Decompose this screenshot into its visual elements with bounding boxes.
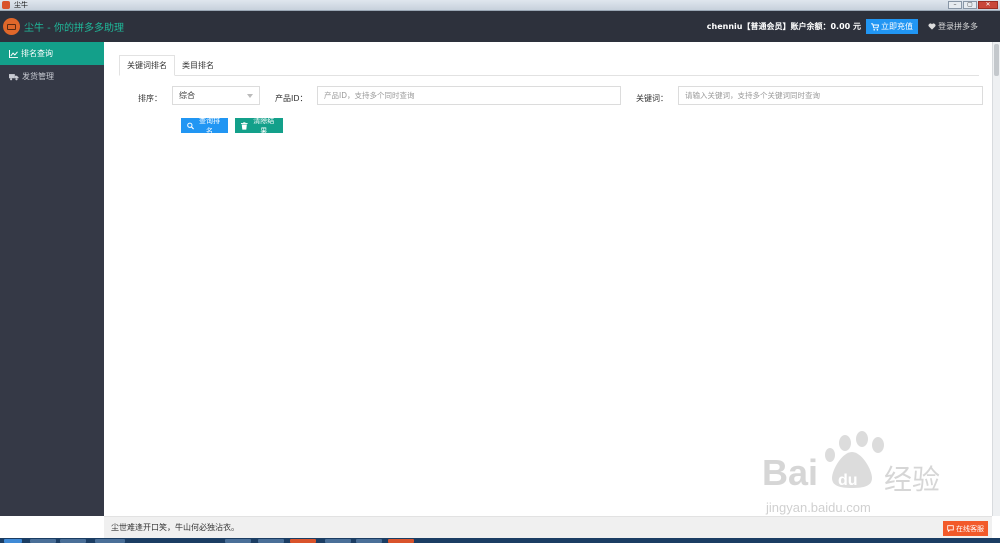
app-header: 尘牛 - 你的拼多多助理 chenniu【普通会员】账户余额：0.00 元 立即… xyxy=(0,11,1000,42)
sidebar-item-label: 发货管理 xyxy=(22,72,54,81)
query-rank-label: 查询排名 xyxy=(199,116,221,135)
heart-icon xyxy=(928,23,936,30)
query-rank-button[interactable]: 查询排名 xyxy=(181,116,228,135)
chevron-down-icon xyxy=(247,94,253,98)
tab-keyword-rank[interactable]: 关键词排名 xyxy=(119,55,175,76)
watermark-url: jingyan.baidu.com xyxy=(766,500,871,515)
sidebar-item-rank-query[interactable]: 排名查询 xyxy=(0,42,104,65)
sort-value: 综合 xyxy=(179,91,195,100)
footer-quote: 尘世难逢开口笑，牛山何必独沾衣。 xyxy=(111,523,239,532)
truck-icon xyxy=(9,73,19,80)
tab-category-rank[interactable]: 类目排名 xyxy=(175,55,221,76)
minimize-button[interactable]: – xyxy=(948,1,962,9)
os-taskbar xyxy=(0,538,1000,543)
sort-label: 排序： xyxy=(138,94,162,103)
scrollbar[interactable] xyxy=(992,42,1000,516)
search-icon xyxy=(187,122,195,129)
taskbar-app[interactable] xyxy=(225,539,251,543)
chat-icon xyxy=(947,525,954,532)
sidebar: 排名查询 发货管理 xyxy=(0,42,104,516)
keyword-label: 关键词： xyxy=(636,94,668,103)
window-controls: – ▢ ✕ xyxy=(948,1,998,9)
keyword-input[interactable] xyxy=(678,86,983,105)
window-title: 尘牛 xyxy=(14,1,28,9)
product-id-label: 产品ID： xyxy=(275,94,308,103)
recharge-label: 立即充值 xyxy=(881,22,913,31)
maximize-button[interactable]: ▢ xyxy=(963,1,977,9)
scrollbar-thumb[interactable] xyxy=(994,44,999,76)
trash-icon xyxy=(241,121,248,130)
account-info: chenniu【普通会员】账户余额：0.00 元 xyxy=(706,22,861,31)
clear-results-label: 清除结果 xyxy=(253,116,275,135)
taskbar-app[interactable] xyxy=(388,539,414,543)
start-button[interactable] xyxy=(4,539,22,543)
sort-select[interactable]: 综合 xyxy=(172,86,260,105)
online-service-label: 在线客服 xyxy=(956,524,984,533)
taskbar-app[interactable] xyxy=(290,539,316,543)
taskbar-app[interactable] xyxy=(356,539,382,543)
sidebar-item-shipping[interactable]: 发货管理 xyxy=(0,65,104,88)
close-button[interactable]: ✕ xyxy=(978,1,998,9)
tab-bar: 关键词排名 类目排名 xyxy=(119,55,979,76)
taskbar-app[interactable] xyxy=(95,539,125,543)
header-right: chenniu【普通会员】账户余额：0.00 元 立即充值 登录拼多多 xyxy=(707,11,978,42)
product-id-input[interactable] xyxy=(317,86,621,105)
taskbar-app[interactable] xyxy=(60,539,86,543)
login-label: 登录拼多多 xyxy=(938,22,978,31)
footer: 尘世难逢开口笑，牛山何必独沾衣。 在线客服 xyxy=(104,516,992,538)
clear-results-button[interactable]: 清除结果 xyxy=(235,116,283,135)
taskbar-app[interactable] xyxy=(258,539,284,543)
watermark-brand-cn: 经验 xyxy=(884,463,941,496)
chart-line-icon xyxy=(9,49,18,58)
os-titlebar: 尘牛 – ▢ ✕ xyxy=(0,0,1000,11)
recharge-button[interactable]: 立即充值 xyxy=(866,19,918,34)
watermark-brand-du: du xyxy=(838,472,858,489)
watermark-brand: Bai xyxy=(762,452,819,493)
sidebar-item-label: 排名查询 xyxy=(21,49,53,58)
online-service-button[interactable]: 在线客服 xyxy=(943,521,988,536)
brand-title: 尘牛 - 你的拼多多助理 xyxy=(24,23,124,34)
taskbar-app[interactable] xyxy=(30,539,56,543)
cart-icon xyxy=(871,22,879,31)
login-pdd-link[interactable]: 登录拼多多 xyxy=(928,21,978,32)
logo-icon xyxy=(3,18,20,35)
taskbar-app[interactable] xyxy=(325,539,351,543)
baidu-watermark: Bai du 经验 jingyan.baidu.com xyxy=(752,430,952,520)
app-icon xyxy=(2,1,10,9)
